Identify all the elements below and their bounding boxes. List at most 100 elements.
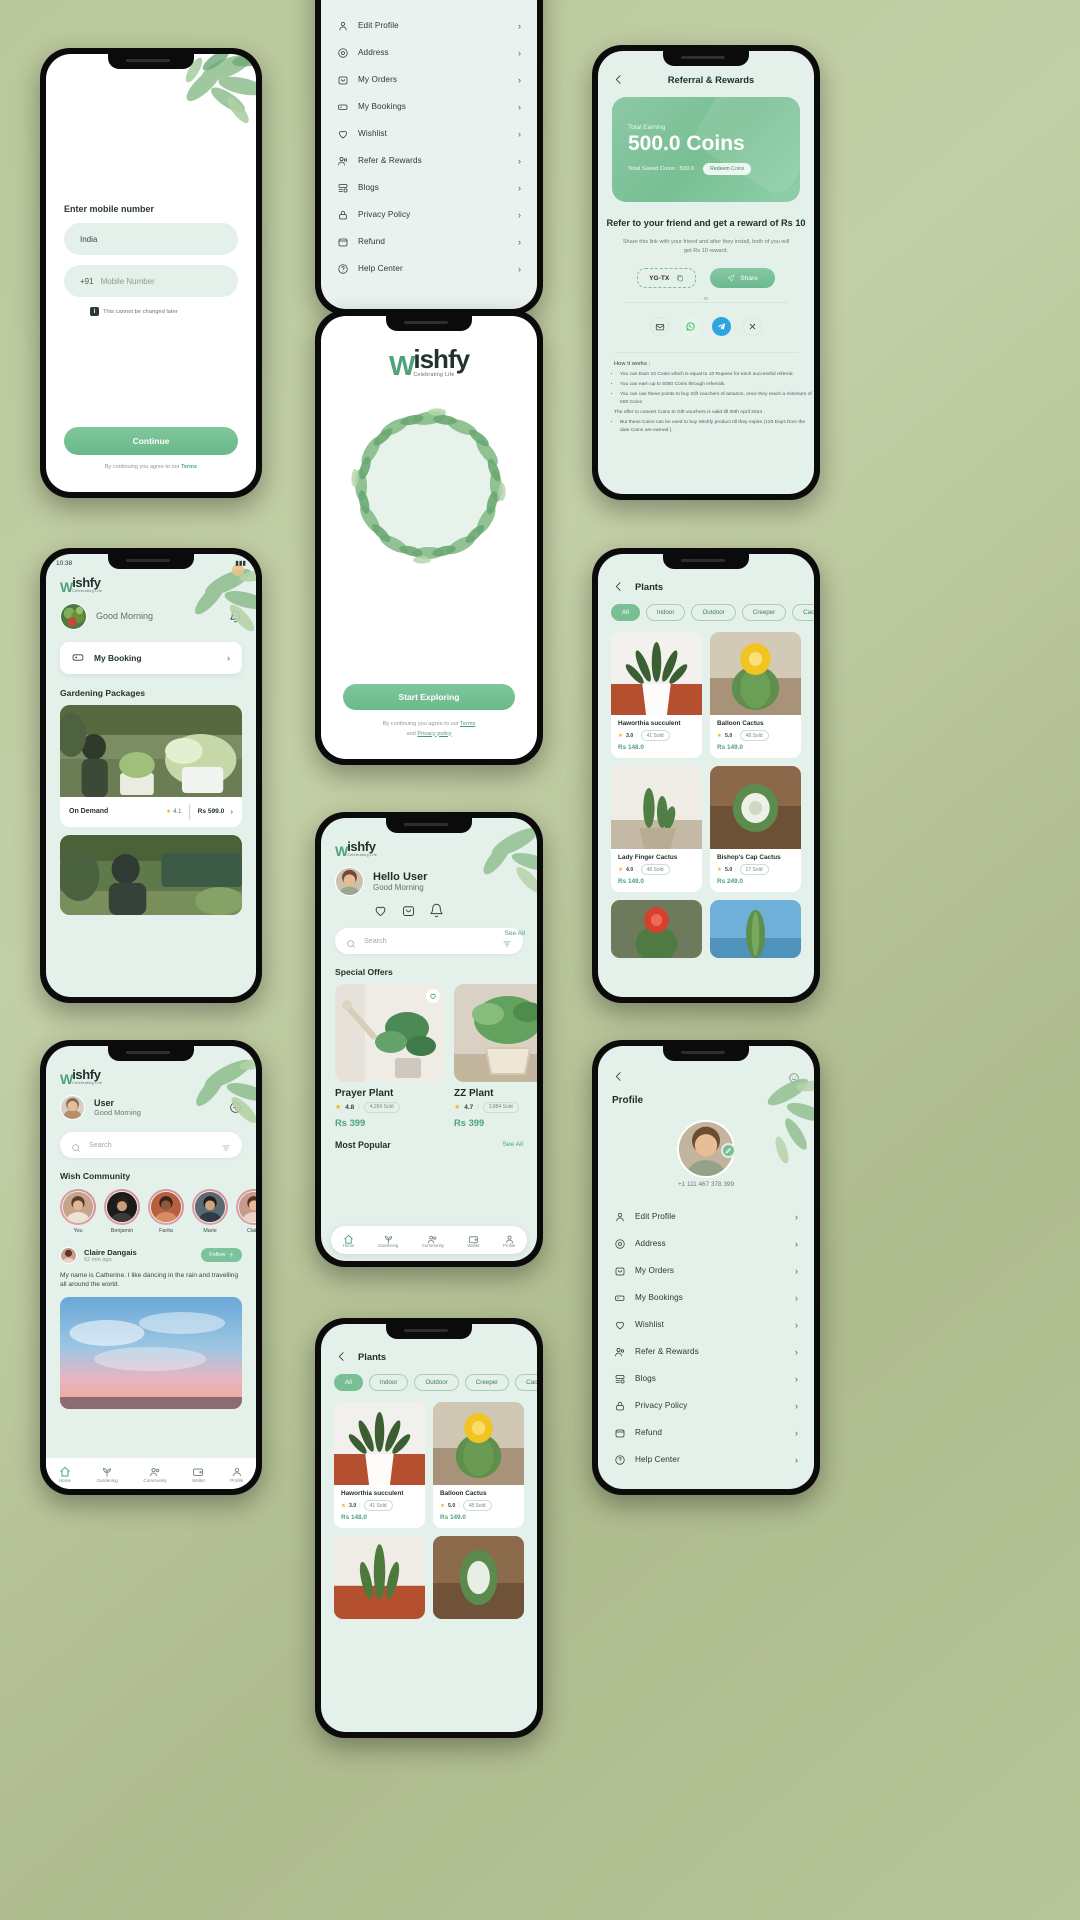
bottom-tab-bar[interactable]: Home Gardening Community Wallet Profile [46,1457,256,1489]
arrow-left-icon[interactable] [612,580,625,593]
tab-wallet[interactable]: Wallet [192,1465,205,1483]
header-action-icons[interactable] [321,896,537,918]
mobile-input[interactable]: +91 Mobile Number [64,265,238,297]
see-all-most-popular[interactable]: See All [502,1141,523,1148]
tab-home[interactable]: Home [343,1232,354,1248]
menu-item-help-center[interactable]: Help Center › [598,1446,814,1473]
post-image[interactable] [60,1297,242,1410]
filter-chip-all[interactable]: All [334,1374,363,1391]
filter-chip-creeper[interactable]: Creeper [741,604,787,621]
avatar[interactable] [60,1246,77,1264]
story-item[interactable]: Marie [192,1188,228,1234]
copy-icon[interactable] [676,274,684,282]
plant-card[interactable] [433,1536,524,1619]
filter-chip-outdoor[interactable]: Outdoor [414,1374,459,1391]
filter-chip-indoor[interactable]: Indoor [645,604,686,621]
avatar[interactable] [60,1094,85,1120]
menu-item-refund[interactable]: Refund › [321,228,537,255]
edit-avatar-button[interactable] [721,1143,736,1158]
filter-chip-outdoor[interactable]: Outdoor [691,604,736,621]
privacy-link[interactable]: Privacy policy [417,731,451,737]
menu-item-wishlist[interactable]: Wishlist › [321,120,537,147]
menu-item-edit-profile[interactable]: Edit Profile › [598,1203,814,1230]
plant-card[interactable] [334,1536,425,1619]
plant-card[interactable]: Balloon Cactus ★ 5.0 | 48 Sold Rs 149.0 [433,1402,524,1528]
plant-card[interactable]: Balloon Cactus ★ 5.0 | 48 Sold Rs 149.0 [710,632,801,758]
smiley-icon[interactable] [788,1071,800,1083]
tab-gardening[interactable]: Gardening [378,1232,398,1248]
plant-card[interactable] [710,900,801,958]
continue-button[interactable]: Continue [64,427,238,455]
product-card[interactable]: Prayer Plant ★ 4.8 | 4,269 Sold Rs 399 [335,983,445,1128]
search-bar[interactable]: Search [335,927,523,954]
menu-item-help-center[interactable]: Help Center › [321,255,537,282]
arrow-left-icon[interactable] [335,1350,348,1363]
tab-gardening[interactable]: Gardening [96,1465,118,1483]
country-select[interactable]: India [64,223,238,255]
telegram-icon[interactable] [712,317,731,337]
favorite-icon[interactable] [426,988,440,1003]
menu-item-privacy-policy[interactable]: Privacy Policy › [321,201,537,228]
bag-icon[interactable] [401,903,416,918]
filter-chip-cactus[interactable]: Cactus [515,1374,537,1391]
story-item[interactable]: Benjamin [104,1188,140,1234]
search-bar[interactable]: Search [60,1131,242,1158]
menu-item-blogs[interactable]: Blogs › [321,174,537,201]
terms-link[interactable]: Terms [181,464,197,470]
see-all-special-offers[interactable]: See All [504,930,525,937]
menu-item-edit-profile[interactable]: Edit Profile › [321,12,537,39]
menu-item-refer-rewards[interactable]: Refer & Rewards › [321,147,537,174]
chevron-right-icon[interactable]: › [230,807,233,816]
story-item[interactable]: Farita [148,1188,184,1234]
social-share-row[interactable] [598,317,814,337]
filter-icon[interactable] [221,1140,231,1150]
bell-icon[interactable] [229,610,242,623]
menu-item-refund[interactable]: Refund › [598,1419,814,1446]
menu-item-address[interactable]: Address › [598,1230,814,1257]
special-offers-row[interactable]: Prayer Plant ★ 4.8 | 4,269 Sold Rs 399 Z… [321,983,537,1128]
filter-chip-cactus[interactable]: Cactus [792,604,814,621]
menu-item-my-orders[interactable]: My Orders › [321,66,537,93]
email-icon[interactable] [650,317,669,337]
plant-card[interactable]: Haworthia succulent ★ 3.0 | 41 Sold Rs 1… [611,632,702,758]
plant-card[interactable] [611,900,702,958]
menu-item-blogs[interactable]: Blogs › [598,1365,814,1392]
heart-icon[interactable] [373,903,388,918]
plant-card[interactable]: Haworthia succulent ★ 3.0 | 41 Sold Rs 1… [334,1402,425,1528]
referral-code-box[interactable]: YG-TX [637,268,697,289]
tab-community[interactable]: Community [422,1232,444,1248]
menu-item-privacy-policy[interactable]: Privacy Policy › [598,1392,814,1419]
product-card[interactable]: ZZ Plant ★ 4.7 | 3,884 Sold Rs 399 [454,983,537,1128]
filter-chips[interactable]: All Indoor Outdoor Creeper Cactus [598,604,814,621]
whatsapp-icon[interactable] [681,317,700,337]
tab-home[interactable]: Home [59,1465,71,1483]
bell-icon[interactable] [429,903,444,918]
menu-item-my-bookings[interactable]: My Bookings › [321,93,537,120]
avatar[interactable] [60,602,87,630]
menu-item-my-bookings[interactable]: My Bookings › [598,1284,814,1311]
arrow-left-icon[interactable] [612,1070,625,1083]
menu-item-my-orders[interactable]: My Orders › [598,1257,814,1284]
story-item[interactable]: Claire [236,1188,256,1234]
story-strip[interactable]: You Benjamin Farita Marie Cla [46,1188,256,1234]
tab-profile[interactable]: Profile [230,1465,243,1483]
menu-item-wishlist[interactable]: Wishlist › [598,1311,814,1338]
package-card[interactable]: On Demand ★ 4.1 | Rs 599.0 › [60,704,242,827]
story-item[interactable]: You [60,1188,96,1234]
filter-chips[interactable]: All Indoor Outdoor Creeper Cactus [321,1374,537,1391]
avatar[interactable] [335,866,364,896]
menu-item-address[interactable]: Address › [321,39,537,66]
follow-button[interactable]: Follow ＋ [201,1248,242,1263]
start-exploring-button[interactable]: Start Exploring [343,684,515,710]
plant-card[interactable]: Bishop's Cap Cactus ★ 5.0 | 17 Sold Rs 2… [710,766,801,892]
bottom-tab-bar[interactable]: Home Gardening Community Wallet Profile [331,1226,527,1254]
filter-chip-creeper[interactable]: Creeper [464,1374,510,1391]
plus-circle-icon[interactable] [229,1101,242,1114]
arrow-left-icon[interactable] [612,73,625,86]
x-icon[interactable] [743,317,762,337]
package-card[interactable] [60,834,242,915]
filter-chip-all[interactable]: All [611,604,640,621]
my-booking-card[interactable]: My Booking › [60,641,242,674]
filter-icon[interactable] [502,936,512,946]
filter-chip-indoor[interactable]: Indoor [368,1374,409,1391]
